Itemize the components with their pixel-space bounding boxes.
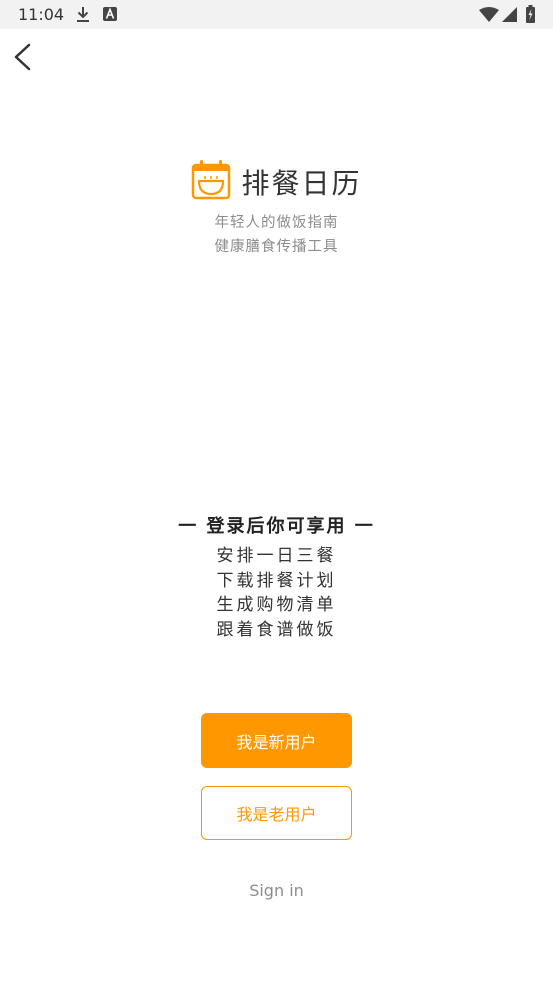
back-button[interactable] — [8, 40, 42, 74]
status-bar: 11:04 — [0, 0, 553, 29]
feature-item: 安排一日三餐 — [216, 546, 337, 566]
tagline-secondary: 健康膳食传播工具 — [214, 239, 339, 255]
feature-item: 生成购物清单 — [216, 595, 337, 615]
battery-icon — [526, 5, 535, 27]
wifi-icon — [479, 7, 499, 26]
returning-user-button-label: 我是老用户 — [236, 805, 317, 824]
feature-item: 下载排餐计划 — [216, 571, 337, 591]
brand-header: 排餐日历 — [0, 160, 553, 204]
download-icon — [75, 6, 91, 27]
features-heading: 一 登录后你可享用 一 — [178, 516, 375, 537]
returning-user-button[interactable]: 我是老用户 — [201, 786, 352, 840]
chevron-left-icon — [8, 43, 42, 78]
new-user-button-label: 我是新用户 — [236, 732, 317, 752]
calendar-bowl-icon — [191, 160, 231, 204]
feature-item: 跟着食谱做饭 — [216, 620, 337, 640]
notification-a-icon — [103, 6, 117, 25]
new-user-button[interactable]: 我是新用户 — [201, 713, 352, 768]
tagline-primary: 年轻人的做饭指南 — [214, 215, 339, 231]
signal-icon — [502, 7, 517, 26]
status-time: 11:04 — [18, 5, 65, 24]
sign-in-link[interactable]: Sign in — [0, 881, 553, 900]
app-title: 排餐日历 — [241, 167, 362, 200]
